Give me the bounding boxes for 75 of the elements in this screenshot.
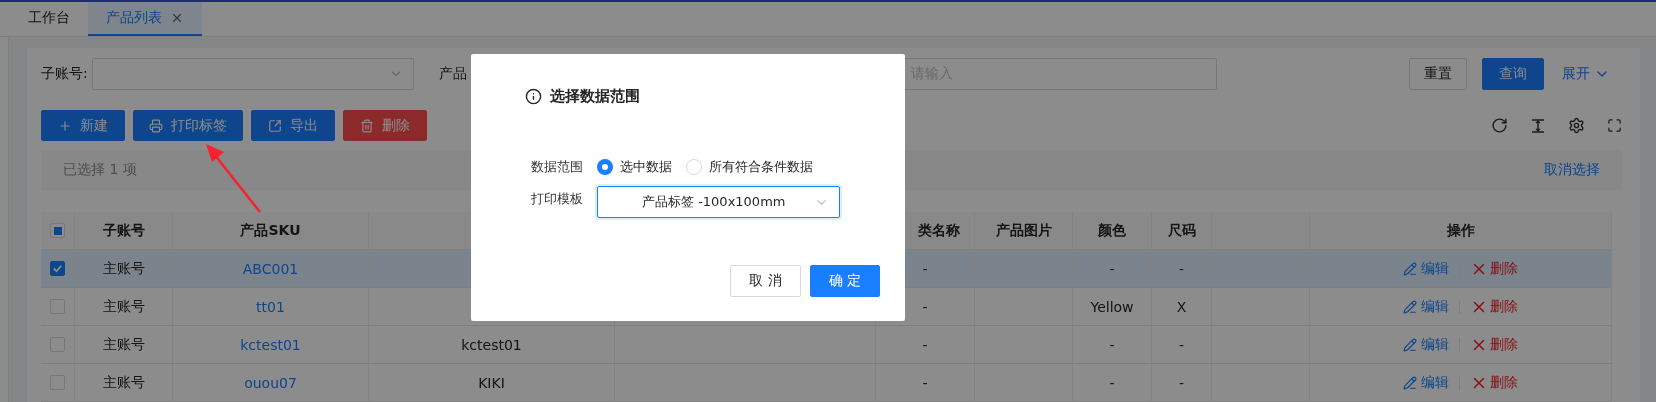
column-header: 子账号 [75,212,173,250]
header-checkbox[interactable] [50,223,65,238]
filter-label: 子账号: [41,65,88,83]
reset-button[interactable]: 重置 [1409,58,1467,90]
action-button[interactable]: 导出 [251,110,335,141]
sku-link[interactable]: tt01 [256,298,285,315]
printer-icon [149,118,163,133]
delete-link[interactable]: 删除 [1470,259,1518,278]
tab[interactable]: 产品列表 [88,2,202,36]
table-cell: - [1152,326,1212,364]
sku-link[interactable]: kctest01 [240,336,301,353]
edit-link[interactable]: 编辑 [1403,373,1449,392]
edit-link[interactable]: 编辑 [1403,335,1449,354]
form-label: 数据范围 [530,158,583,176]
table-cell: - [1073,326,1152,364]
annotation-arrow [205,143,262,214]
fullscreen-icon[interactable] [1607,118,1622,133]
search-button[interactable]: 查询 [1482,58,1544,90]
sku-link[interactable]: ABC001 [242,260,299,277]
sku-link[interactable]: ouou07 [244,374,297,391]
settings-icon[interactable] [1568,117,1585,134]
filter-label: 产品 [438,65,467,83]
column-header: 操作 [1310,212,1612,250]
expand-link[interactable]: 展开 [1562,65,1610,83]
table-cell: - [1073,364,1152,402]
pencil-icon [1403,375,1417,390]
clear-selection-link[interactable]: 取消选择 [1544,161,1600,179]
edit-link[interactable]: 编辑 [1403,297,1449,316]
refresh-icon[interactable] [1491,117,1508,134]
confirm-button[interactable]: 确 定 [809,265,880,297]
pencil-icon [1403,337,1417,352]
info-icon [525,87,542,105]
delete-link[interactable]: 删除 [1470,297,1518,316]
table-cell: - [1152,364,1212,402]
plus-icon [58,118,72,133]
action-button[interactable]: 删除 [343,110,427,141]
column-header: 尺码 [1152,212,1212,250]
table-cell: 主账号 [75,288,173,326]
radio-option[interactable]: 所有符合条件数据 [686,158,813,176]
action-button[interactable]: 新建 [41,110,125,141]
tab[interactable]: 工作台 [10,2,88,36]
form-label: 打印模板 [530,190,583,208]
selection-count: 已选择 1 项 [63,161,137,179]
close-icon[interactable] [170,11,184,25]
table-cell: Yellow [1073,288,1152,326]
pencil-icon [1403,261,1417,276]
table-cell: - [1152,250,1212,288]
action-button[interactable]: 打印标签 [133,110,243,141]
dialog-title: 选择数据范围 [550,86,640,106]
cancel-button[interactable]: 取 消 [730,265,801,297]
column-header: 产品图片 [975,212,1073,250]
column-header: 产品SKU [173,212,369,250]
indeterminate-icon [53,226,62,235]
table-cell: 主账号 [75,250,173,288]
pencil-icon [1403,299,1417,314]
table-cell: X [1152,288,1212,326]
table-cell: - [1073,250,1152,288]
delete-link[interactable]: 删除 [1470,373,1518,392]
check-icon [52,263,63,274]
row-checkbox[interactable] [50,261,65,276]
table-cell: 主账号 [75,364,173,402]
trash-icon [360,118,374,133]
table-cell: KIKI [369,364,615,402]
table-cell: kctest01 [369,326,615,364]
table-cell: - [876,364,975,402]
select-field[interactable] [91,58,414,90]
column-header: 颜色 [1073,212,1152,250]
radio-option[interactable]: 选中数据 [597,158,672,176]
delete-link[interactable]: 删除 [1470,335,1518,354]
row-height-icon[interactable] [1530,117,1546,134]
export-icon [268,118,282,133]
edit-link[interactable]: 编辑 [1403,259,1449,278]
table-cell: - [876,326,975,364]
template-select[interactable]: 产品标签 -100x100mm [597,186,840,218]
table-cell: 主账号 [75,326,173,364]
